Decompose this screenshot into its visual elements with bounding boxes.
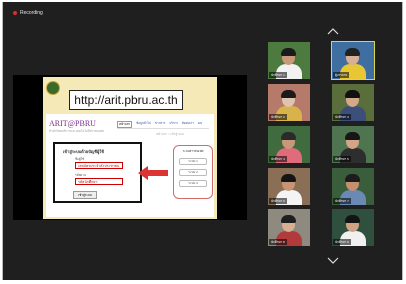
side-panel-button: ระบบ 3 [179, 180, 207, 187]
recording-label: Recording [20, 10, 43, 16]
participant-video-tile[interactable]: นักศึกษา 5 [332, 126, 374, 163]
site-nav-item: หน้าแรก [117, 121, 133, 128]
shared-screen[interactable]: http://arit.pbru.ac.th ARIT@PBRU สำนักวิ… [13, 75, 247, 220]
participant-hair [345, 132, 360, 140]
gallery-up-chevron-icon[interactable] [326, 27, 340, 35]
site-nav: หน้าแรก ข้อมูลทั่วไป ข่าวสาร บริการ ติดต… [117, 121, 202, 128]
site-nav-item: ข่าวสาร [154, 121, 166, 125]
participant-video-tile[interactable]: นักศึกษา 2 [268, 84, 310, 121]
participant-video-tile[interactable]: ผู้บรรยาย [331, 41, 375, 80]
participant-name: นักศึกษา 2 [269, 114, 287, 120]
site-nav-item: ข้อมูลทั่วไป [136, 121, 151, 125]
gallery-down-chevron-icon[interactable] [326, 257, 340, 265]
site-nav-item: EN [197, 121, 203, 125]
site-breadcrumb: หน้าแรก > เข้าสู่ระบบ [156, 132, 185, 136]
side-panel: ระบบสารสนเทศ ระบบ 1 ระบบ 2 ระบบ 3 [173, 145, 213, 199]
login-submit-button: เข้าสู่ระบบ [73, 191, 97, 199]
recording-indicator[interactable]: Recording [13, 8, 43, 18]
presentation-slide: http://arit.pbru.ac.th ARIT@PBRU สำนักวิ… [43, 77, 217, 219]
participant-hair [345, 215, 360, 223]
participant-video-tile[interactable]: นักศึกษา 7 [332, 168, 374, 205]
slide-url: http://arit.pbru.ac.th [69, 90, 183, 110]
divider [117, 128, 209, 129]
participant-name: นักศึกษา 8 [269, 239, 287, 245]
participant-video-tile[interactable]: นักศึกษา 1 [268, 42, 310, 79]
participant-name: ผู้บรรยาย [333, 72, 350, 78]
participant-name: นักศึกษา 1 [269, 72, 287, 78]
participant-video-tile[interactable]: นักศึกษา 9 [332, 209, 374, 246]
participant-hair [281, 48, 296, 56]
participant-video-tile[interactable]: นักศึกษา 8 [268, 209, 310, 246]
side-panel-button: ระบบ 2 [179, 169, 207, 176]
participant-name: นักศึกษา 4 [269, 156, 287, 162]
participant-hair [281, 174, 296, 182]
site-nav-item: บริการ [169, 121, 179, 125]
participant-name: นักศึกษา 9 [333, 239, 351, 245]
participant-hair [345, 174, 360, 182]
site-nav-item: ติดต่อเรา [182, 121, 194, 125]
login-form-highlight: เข้าสู่ระบบด้วยบัญชีผู้ใช้ ชื่อผู้ใช้ เล… [53, 142, 142, 203]
participant-name: นักศึกษา 6 [269, 198, 287, 204]
participant-video-tile[interactable]: นักศึกษา 3 [332, 84, 374, 121]
red-arrow-icon [138, 166, 168, 180]
participant-hair [281, 215, 296, 223]
side-panel-button: ระบบ 1 [179, 158, 207, 165]
participant-hair [345, 48, 360, 56]
username-field: เลขบัตรประจำตัวประชาชน [75, 162, 123, 169]
participant-video-tile[interactable]: นักศึกษา 4 [268, 126, 310, 163]
participant-video-tile[interactable]: นักศึกษา 6 [268, 168, 310, 205]
participant-name: นักศึกษา 3 [333, 114, 351, 120]
university-seal-icon [46, 81, 60, 95]
password-field: รหัสนักศึกษา [75, 178, 123, 185]
meeting-window: Recording http://arit.pbru.ac.th ARIT@PB… [2, 2, 403, 280]
website-screenshot: ARIT@PBRU สำนักวิทยบริการและเทคโนโลยีสาร… [46, 114, 214, 217]
participant-name: นักศึกษา 5 [333, 156, 351, 162]
participant-name: นักศึกษา 7 [333, 198, 351, 204]
site-subtitle: สำนักวิทยบริการและเทคโนโลยีสารสนเทศ [49, 129, 104, 133]
participant-hair [345, 90, 360, 98]
participant-hair [281, 90, 296, 98]
side-panel-title: ระบบสารสนเทศ [182, 149, 204, 153]
participant-hair [281, 132, 296, 140]
record-dot-icon [13, 11, 17, 15]
site-logo: ARIT@PBRU [49, 119, 96, 128]
login-title: เข้าสู่ระบบด้วยบัญชีผู้ใช้ [63, 149, 105, 154]
